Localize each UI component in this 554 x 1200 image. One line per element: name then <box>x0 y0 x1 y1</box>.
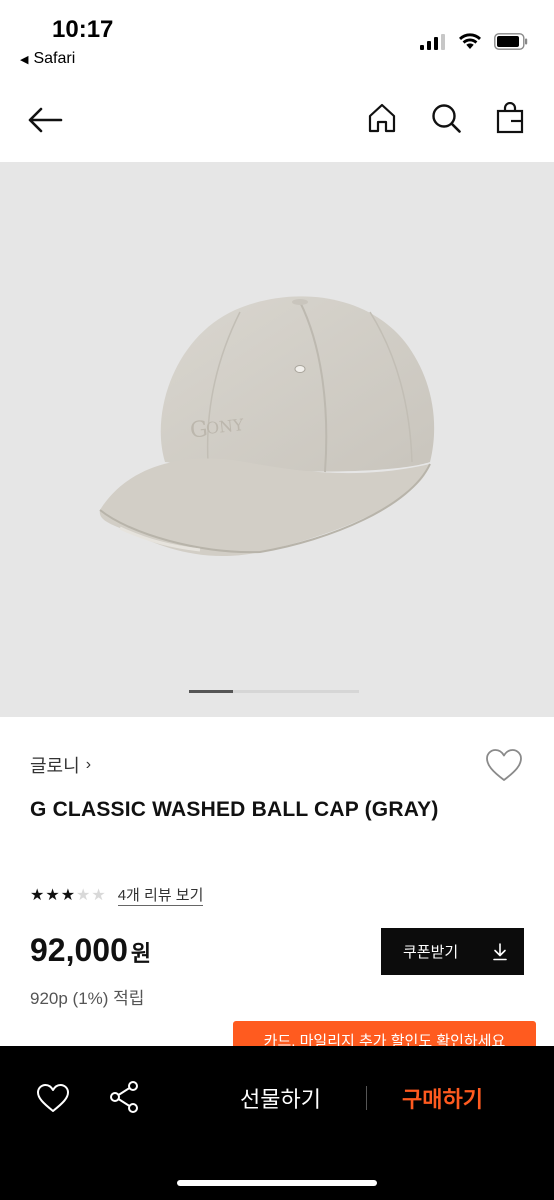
back-app-label: Safari <box>33 50 76 67</box>
back-triangle-icon: ◀ <box>20 53 29 66</box>
star-filled-icon: ★ <box>60 887 76 904</box>
home-button[interactable] <box>366 100 398 136</box>
gallery-pager <box>189 690 359 693</box>
back-to-app-link[interactable]: ◀ Safari <box>20 50 75 68</box>
gift-button[interactable]: 선물하기 <box>240 1082 321 1114</box>
product-title: G CLASSIC WASHED BALL CAP (GRAY) <box>30 798 439 821</box>
nav-actions <box>366 100 526 136</box>
top-nav <box>0 80 554 162</box>
coupon-download-button[interactable]: 쿠폰받기 <box>381 928 524 975</box>
brand-name: 글로니 <box>30 756 80 776</box>
battery-icon <box>494 33 528 50</box>
star-empty-icon: ★ <box>76 887 91 904</box>
search-button[interactable] <box>430 100 462 136</box>
product-image-cap: G ONY <box>99 296 435 557</box>
status-time: 10:17 <box>52 16 114 43</box>
star-filled-icon: ★ <box>45 887 60 904</box>
share-button[interactable] <box>108 1080 140 1114</box>
product-image-gallery[interactable]: G ONY <box>0 162 554 717</box>
cellular-signal-icon <box>420 33 445 50</box>
rating-row: ★ ★ ★ ★ ★ 4개 리뷰 보기 <box>30 886 204 906</box>
reward-points: 920p (1%) 적립 <box>30 989 145 1008</box>
heart-icon <box>486 749 522 781</box>
cart-button[interactable] <box>494 100 526 136</box>
bottom-divider <box>366 1086 367 1110</box>
status-icons <box>420 33 528 50</box>
price-unit: 원 <box>130 941 152 966</box>
back-arrow-icon <box>28 107 63 133</box>
price: 92,000 원 <box>30 932 151 969</box>
home-icon <box>368 103 396 133</box>
wifi-icon <box>459 33 481 49</box>
search-icon <box>432 104 461 133</box>
price-value: 92,000 <box>30 932 128 968</box>
review-link[interactable]: 4개 리뷰 보기 <box>117 887 204 906</box>
back-button[interactable] <box>26 104 64 136</box>
heart-icon <box>37 1084 69 1112</box>
buy-button[interactable]: 구매하기 <box>402 1082 483 1114</box>
bottom-wishlist-button[interactable] <box>36 1082 70 1114</box>
rating-stars: ★ ★ ★ ★ ★ <box>30 886 106 906</box>
share-icon <box>110 1081 138 1113</box>
coupon-button-label: 쿠폰받기 <box>403 944 459 961</box>
star-filled-icon: ★ <box>30 887 45 904</box>
svg-text:ONY: ONY <box>205 415 245 438</box>
download-icon <box>493 942 507 960</box>
chevron-right-icon: › <box>85 756 92 773</box>
wishlist-button[interactable] <box>484 746 524 786</box>
bottom-action-bar: 선물하기 구매하기 <box>0 1046 554 1200</box>
gallery-pager-active <box>189 690 233 693</box>
home-indicator <box>177 1180 377 1186</box>
brand-link[interactable]: 글로니 › <box>30 752 91 778</box>
star-empty-icon: ★ <box>91 887 106 904</box>
status-bar: 10:17 ◀ Safari <box>0 0 554 80</box>
shopping-bag-icon <box>496 102 524 134</box>
